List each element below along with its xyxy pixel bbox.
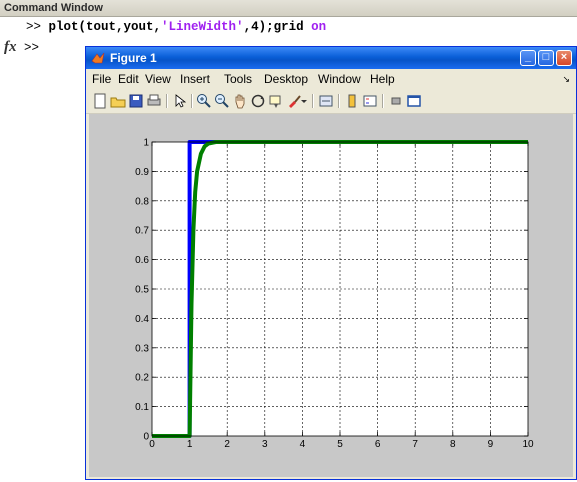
figure-title: Figure 1 [110, 51, 157, 65]
x-tick-label: 4 [300, 439, 306, 450]
x-tick-label: 8 [450, 439, 456, 450]
y-tick-label: 0 [143, 432, 149, 443]
x-tick-label: 10 [522, 439, 534, 450]
maximize-button[interactable]: □ [538, 50, 554, 66]
x-tick-label: 6 [375, 439, 381, 450]
menu-insert[interactable]: Insert [180, 69, 210, 89]
show-plot-tools-icon[interactable] [406, 93, 422, 109]
menu-bar: File Edit View Insert Tools Desktop Wind… [86, 69, 576, 89]
figure-window[interactable]: Figure 1 _ □ × File Edit View Insert Too… [85, 46, 577, 480]
line-chart[interactable]: 0 1 2 3 4 5 6 7 8 9 10 0 0.1 0.2 0.3 0.4 0.5 0.6 0.7 0.8 0.9… [89, 114, 573, 477]
figure-title-bar[interactable]: Figure 1 _ □ × [86, 47, 576, 69]
data-cursor-icon[interactable] [268, 93, 284, 109]
x-tick-label: 0 [149, 439, 155, 450]
menu-desktop[interactable]: Desktop [264, 69, 308, 89]
command-history-line: >> plot(tout,yout,'LineWidth',4);grid on [26, 20, 326, 34]
zoom-in-icon[interactable] [196, 93, 212, 109]
x-tick-label: 1 [187, 439, 193, 450]
code-part: ,4);grid [243, 20, 312, 34]
menu-window[interactable]: Window [318, 69, 361, 89]
matlab-icon [91, 52, 105, 64]
figure-toolbar [86, 89, 576, 114]
command-window-header: Command Window [0, 0, 577, 17]
colorbar-icon[interactable] [344, 93, 360, 109]
toolbar-separator [312, 94, 314, 108]
new-figure-icon[interactable] [92, 93, 108, 109]
minimize-button[interactable]: _ [520, 50, 536, 66]
prompt: >> [26, 20, 49, 34]
menu-grip-icon[interactable]: ↘ [562, 69, 570, 89]
y-tick-label: 0.7 [135, 226, 149, 237]
y-tick-label: 0.9 [135, 167, 149, 178]
link-plot-icon[interactable] [318, 93, 334, 109]
zoom-out-icon[interactable] [214, 93, 230, 109]
y-tick-label: 0.5 [135, 285, 149, 296]
print-icon[interactable] [146, 93, 162, 109]
hide-plot-tools-icon[interactable] [388, 93, 404, 109]
command-prompt[interactable]: >> [24, 41, 39, 55]
edit-plot-arrow-icon[interactable] [172, 93, 188, 109]
fx-icon[interactable]: fx [4, 39, 17, 56]
y-tick-label: 0.4 [135, 314, 149, 325]
y-tick-label: 0.3 [135, 343, 149, 354]
x-tick-label: 5 [337, 439, 343, 450]
menu-file[interactable]: File [92, 69, 111, 89]
open-file-icon[interactable] [110, 93, 126, 109]
toolbar-separator [191, 94, 193, 108]
toolbar-separator [338, 94, 340, 108]
menu-view[interactable]: View [145, 69, 171, 89]
rotate-3d-icon[interactable] [250, 93, 266, 109]
menu-edit[interactable]: Edit [118, 69, 139, 89]
y-tick-label: 0.8 [135, 196, 149, 207]
y-tick-label: 0.1 [135, 402, 149, 413]
code-keyword-on: on [311, 20, 327, 34]
plot-area[interactable]: 0 1 2 3 4 5 6 7 8 9 10 0 0.1 0.2 0.3 0.4 0.5 0.6 0.7 0.8 0.9… [89, 114, 573, 477]
toolbar-separator [166, 94, 168, 108]
menu-tools[interactable]: Tools [224, 69, 252, 89]
x-tick-label: 2 [224, 439, 230, 450]
y-tick-label: 0.2 [135, 373, 149, 384]
x-tick-label: 3 [262, 439, 268, 450]
x-tick-label: 7 [412, 439, 418, 450]
save-icon[interactable] [128, 93, 144, 109]
y-tick-label: 1 [143, 138, 149, 149]
close-button[interactable]: × [556, 50, 572, 66]
pan-hand-icon[interactable] [232, 93, 248, 109]
code-part: plot(tout,yout, [48, 20, 162, 34]
code-string: 'LineWidth' [161, 20, 244, 34]
y-tick-label: 0.6 [135, 255, 149, 266]
brush-dropdown-icon[interactable] [300, 93, 308, 109]
legend-icon[interactable] [362, 93, 378, 109]
x-tick-label: 9 [488, 439, 494, 450]
menu-help[interactable]: Help [370, 69, 395, 89]
toolbar-separator [382, 94, 384, 108]
